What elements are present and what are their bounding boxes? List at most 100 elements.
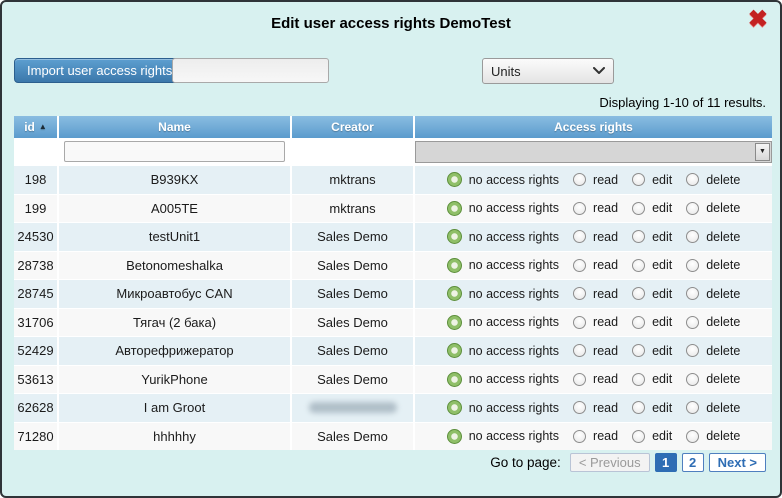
cell-id: 62628 xyxy=(14,394,57,422)
radio-label-no-access-rights[interactable]: no access rights xyxy=(469,315,559,329)
radio-label-read[interactable]: read xyxy=(593,315,618,329)
radio-no-access-rights[interactable] xyxy=(447,286,462,301)
next-page-button[interactable]: Next > xyxy=(709,453,766,472)
radio-read[interactable] xyxy=(573,430,586,443)
radio-no-access-rights[interactable] xyxy=(447,400,462,415)
radio-label-read[interactable]: read xyxy=(593,429,618,443)
radio-label-edit[interactable]: edit xyxy=(652,401,672,415)
import-access-rights-button[interactable]: Import user access rights xyxy=(14,58,185,83)
radio-no-access-rights[interactable] xyxy=(447,343,462,358)
radio-no-access-rights[interactable] xyxy=(447,229,462,244)
radio-label-edit[interactable]: edit xyxy=(652,201,672,215)
radio-label-read[interactable]: read xyxy=(593,201,618,215)
access-rights-filter-select[interactable]: ▼ xyxy=(415,141,772,163)
radio-label-no-access-rights[interactable]: no access rights xyxy=(469,344,559,358)
column-header-access-rights[interactable]: Access rights xyxy=(415,116,772,138)
radio-label-read[interactable]: read xyxy=(593,372,618,386)
radio-delete[interactable] xyxy=(686,316,699,329)
radio-no-access-rights[interactable] xyxy=(447,172,462,187)
radio-label-edit[interactable]: edit xyxy=(652,429,672,443)
radio-edit[interactable] xyxy=(632,230,645,243)
dropdown-arrow-icon[interactable]: ▼ xyxy=(755,143,770,161)
radio-label-delete[interactable]: delete xyxy=(706,372,740,386)
radio-read[interactable] xyxy=(573,373,586,386)
radio-delete[interactable] xyxy=(686,430,699,443)
radio-no-access-rights[interactable] xyxy=(447,258,462,273)
radio-label-delete[interactable]: delete xyxy=(706,258,740,272)
radio-edit[interactable] xyxy=(632,344,645,357)
radio-read[interactable] xyxy=(573,259,586,272)
radio-no-access-rights[interactable] xyxy=(447,372,462,387)
radio-label-edit[interactable]: edit xyxy=(652,344,672,358)
radio-read[interactable] xyxy=(573,401,586,414)
radio-label-edit[interactable]: edit xyxy=(652,315,672,329)
radio-label-no-access-rights[interactable]: no access rights xyxy=(469,287,559,301)
radio-label-delete[interactable]: delete xyxy=(706,344,740,358)
access-option-delete: delete xyxy=(686,401,740,415)
radio-label-no-access-rights[interactable]: no access rights xyxy=(469,201,559,215)
radio-label-delete[interactable]: delete xyxy=(706,201,740,215)
radio-label-read[interactable]: read xyxy=(593,230,618,244)
radio-label-edit[interactable]: edit xyxy=(652,230,672,244)
radio-label-delete[interactable]: delete xyxy=(706,287,740,301)
radio-edit[interactable] xyxy=(632,202,645,215)
radio-label-edit[interactable]: edit xyxy=(652,372,672,386)
radio-edit[interactable] xyxy=(632,259,645,272)
radio-no-access-rights[interactable] xyxy=(447,201,462,216)
radio-label-delete[interactable]: delete xyxy=(706,173,740,187)
radio-delete[interactable] xyxy=(686,287,699,300)
radio-label-read[interactable]: read xyxy=(593,287,618,301)
radio-label-edit[interactable]: edit xyxy=(652,258,672,272)
radio-label-delete[interactable]: delete xyxy=(706,401,740,415)
page-button-2[interactable]: 2 xyxy=(682,453,704,472)
access-option-read: read xyxy=(573,315,618,329)
radio-label-no-access-rights[interactable]: no access rights xyxy=(469,230,559,244)
radio-no-access-rights[interactable] xyxy=(447,315,462,330)
radio-label-read[interactable]: read xyxy=(593,258,618,272)
page-button-1[interactable]: 1 xyxy=(655,453,677,472)
radio-edit[interactable] xyxy=(632,430,645,443)
radio-delete[interactable] xyxy=(686,344,699,357)
radio-delete[interactable] xyxy=(686,259,699,272)
previous-page-button[interactable]: < Previous xyxy=(570,453,650,472)
goto-page-label: Go to page: xyxy=(490,455,561,470)
radio-delete[interactable] xyxy=(686,401,699,414)
radio-read[interactable] xyxy=(573,230,586,243)
column-header-name[interactable]: Name xyxy=(59,116,290,138)
radio-delete[interactable] xyxy=(686,373,699,386)
radio-read[interactable] xyxy=(573,316,586,329)
item-type-select[interactable]: Units xyxy=(482,58,614,84)
close-icon[interactable]: ✖ xyxy=(748,8,768,32)
radio-delete[interactable] xyxy=(686,173,699,186)
pagination: Go to page: < Previous 12 Next > xyxy=(490,453,766,472)
radio-delete[interactable] xyxy=(686,230,699,243)
import-file-input[interactable] xyxy=(172,58,329,83)
radio-label-read[interactable]: read xyxy=(593,344,618,358)
column-header-id[interactable]: id ▲ xyxy=(14,116,57,138)
radio-edit[interactable] xyxy=(632,287,645,300)
radio-label-edit[interactable]: edit xyxy=(652,287,672,301)
column-header-creator[interactable]: Creator xyxy=(292,116,413,138)
radio-label-delete[interactable]: delete xyxy=(706,429,740,443)
radio-label-no-access-rights[interactable]: no access rights xyxy=(469,401,559,415)
radio-label-edit[interactable]: edit xyxy=(652,173,672,187)
radio-label-delete[interactable]: delete xyxy=(706,230,740,244)
radio-label-no-access-rights[interactable]: no access rights xyxy=(469,258,559,272)
radio-label-no-access-rights[interactable]: no access rights xyxy=(469,429,559,443)
radio-label-no-access-rights[interactable]: no access rights xyxy=(469,173,559,187)
radio-label-read[interactable]: read xyxy=(593,173,618,187)
name-filter-input[interactable] xyxy=(64,141,286,162)
radio-read[interactable] xyxy=(573,173,586,186)
radio-edit[interactable] xyxy=(632,401,645,414)
radio-no-access-rights[interactable] xyxy=(447,429,462,444)
radio-edit[interactable] xyxy=(632,373,645,386)
radio-read[interactable] xyxy=(573,202,586,215)
radio-edit[interactable] xyxy=(632,316,645,329)
radio-read[interactable] xyxy=(573,287,586,300)
radio-label-no-access-rights[interactable]: no access rights xyxy=(469,372,559,386)
radio-delete[interactable] xyxy=(686,202,699,215)
radio-read[interactable] xyxy=(573,344,586,357)
radio-label-read[interactable]: read xyxy=(593,401,618,415)
radio-edit[interactable] xyxy=(632,173,645,186)
radio-label-delete[interactable]: delete xyxy=(706,315,740,329)
